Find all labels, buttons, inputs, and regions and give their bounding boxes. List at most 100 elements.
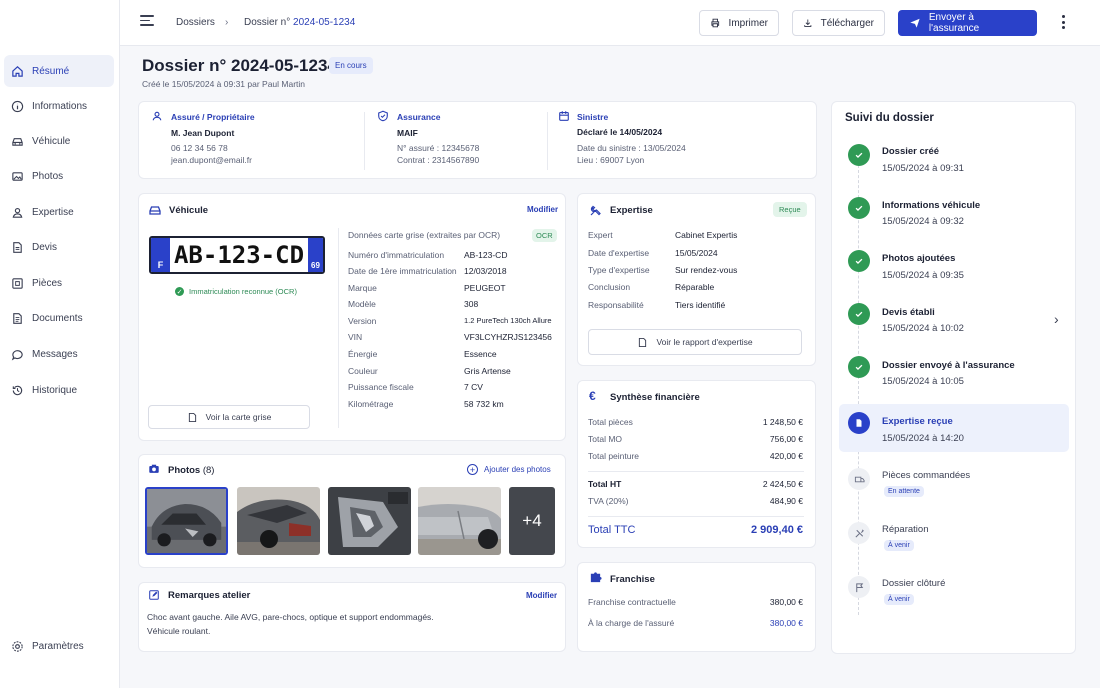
claim-declared: Déclaré le 14/05/2024 (577, 127, 663, 137)
plate-number: AB-123-CD (173, 241, 305, 269)
sidebar-item-label: Documents (32, 312, 83, 324)
photo-thumbnail[interactable] (237, 487, 320, 555)
puzzle-icon (590, 572, 602, 583)
finance-total-ttc: Total TTC 2 909,40 € (588, 524, 803, 536)
sidebar-item-historique[interactable]: Historique (4, 374, 114, 406)
remarks-title: Remarques atelier (168, 590, 251, 601)
document-icon (639, 337, 647, 347)
timeline-line (858, 160, 859, 615)
menu-icon[interactable] (140, 15, 154, 29)
download-button[interactable]: Télécharger (792, 10, 885, 36)
sidebar-item-label: Informations (32, 100, 88, 112)
view-expertise-report-button[interactable]: Voir le rapport d'expertise (588, 329, 802, 355)
finance-tva: TVA (20%) 484,90 € (588, 496, 803, 506)
remarks-edit-link[interactable]: Modifier (526, 591, 557, 600)
photo-thumbnail[interactable] (328, 487, 411, 555)
image-icon (11, 170, 24, 183)
created-info: Créé le 15/05/2024 à 09:31 par Paul Mart… (142, 79, 306, 89)
sidebar-item-vehicule[interactable]: Véhicule (4, 125, 114, 157)
plate-country: F (151, 238, 170, 272)
claim-date: Date du sinistre : 13/05/2024 (577, 143, 686, 153)
euro-icon: € (589, 389, 596, 403)
print-button[interactable]: Imprimer (699, 10, 779, 36)
timeline-current-highlight (839, 404, 1069, 452)
breadcrumb-root[interactable]: Dossiers (176, 17, 215, 28)
sidebar-item-label: Messages (32, 348, 78, 360)
timeline-step-tag: En attente (884, 486, 924, 497)
timeline-step-title: Informations véhicule (882, 200, 981, 211)
more-options-icon[interactable] (1062, 15, 1066, 29)
expertise-field-value: Cabinet Expertis (675, 230, 738, 240)
sidebar-item-documents[interactable]: Documents (4, 302, 114, 334)
calendar-icon (559, 111, 569, 121)
timeline-step-time: 15/05/2024 à 09:32 (882, 216, 964, 227)
vehicle-field-value: PEUGEOT (464, 283, 506, 293)
sidebar-item-informations[interactable]: Informations (4, 90, 114, 122)
sidebar-item-devis[interactable]: Devis (4, 231, 114, 263)
vehicle-field-label: Version (348, 316, 377, 326)
sidebar-item-label: Devis (32, 241, 58, 253)
photo-thumbnail[interactable] (145, 487, 228, 555)
claim-heading: Sinistre (577, 112, 609, 122)
view-grey-card-button[interactable]: Voir la carte grise (148, 405, 310, 429)
finance-title: Synthèse financière (610, 392, 700, 403)
vehicle-field-value: 7 CV (464, 382, 483, 392)
document-icon (11, 241, 24, 254)
vehicle-field-value: Gris Artense (464, 366, 511, 376)
sidebar-item-expertise[interactable]: Expertise (4, 196, 114, 228)
remarks-line: Choc avant gauche. Aile AVG, pare-chocs,… (147, 612, 434, 622)
truck-icon (848, 468, 870, 490)
photos-title: Photos (8) (168, 465, 215, 476)
edit-icon (149, 590, 159, 600)
chevron-right-icon[interactable]: › (1054, 312, 1059, 326)
tools-icon (590, 205, 601, 216)
sidebar-item-messages[interactable]: Messages (4, 338, 114, 370)
franchise-charge-row: À la charge de l'assuré 380,00 € (588, 618, 803, 628)
ocr-badge: OCR (532, 229, 557, 242)
timeline-step-title: Pièces commandées (882, 470, 971, 481)
timeline-step-title: Photos ajoutées (882, 253, 956, 264)
download-icon (804, 19, 812, 27)
timeline-step-title: Dossier clôturé (882, 578, 946, 589)
car-icon (149, 206, 161, 215)
document-icon (188, 412, 196, 422)
expertise-field-label: Expert (588, 230, 613, 240)
send-to-insurance-button[interactable]: Envoyer à l'assurance (898, 10, 1037, 36)
plus-icon: + (467, 464, 478, 475)
expertise-field-label: Conclusion (588, 282, 631, 292)
insurance-policy: N° assuré : 12345678 (397, 143, 480, 153)
timeline-step-title: Expertise reçue (882, 416, 953, 427)
vehicle-edit-link[interactable]: Modifier (527, 205, 558, 214)
expertise-title: Expertise (610, 205, 653, 216)
vehicle-field-value: AB-123-CD (464, 250, 508, 260)
vehicle-field-label: Puissance fiscale (348, 382, 414, 392)
vehicle-field-value: VF3LCYHZRJS123456 (464, 332, 552, 342)
sidebar-item-label: Véhicule (32, 135, 71, 147)
vehicle-field-label: Énergie (348, 349, 378, 359)
remarks-line: Véhicule roulant. (147, 626, 211, 636)
insurance-name: MAIF (397, 128, 418, 138)
sidebar-item-settings[interactable]: Paramètres (4, 630, 114, 662)
check-icon (848, 356, 870, 378)
expertise-field-label: Type d'expertise (588, 265, 650, 275)
finance-row: Total MO 756,00 € (588, 434, 803, 444)
timeline-step-time: 15/05/2024 à 10:05 (882, 376, 964, 387)
timeline-title: Suivi du dossier (845, 112, 934, 124)
timeline-step-time: 15/05/2024 à 09:31 (882, 163, 964, 174)
add-photos-link[interactable]: + Ajouter des photos (467, 464, 551, 475)
sidebar-item-resume[interactable]: Résumé (4, 55, 114, 87)
finance-row: Total pièces 1 248,50 € (588, 417, 803, 427)
sidebar-item-label: Résumé (32, 65, 70, 77)
check-icon (848, 197, 870, 219)
flag-icon (848, 576, 870, 598)
sidebar-item-photos[interactable]: Photos (4, 160, 114, 192)
timeline-step-title: Dossier créé (882, 146, 940, 157)
sidebar-item-pieces[interactable]: Pièces (4, 267, 114, 299)
sidebar-item-label: Paramètres (32, 640, 84, 652)
timeline-step-tag: À venir (884, 540, 914, 551)
photo-thumbnail[interactable] (418, 487, 501, 555)
finance-row: Total peinture 420,00 € (588, 451, 803, 461)
more-photos-tile[interactable]: +4 (509, 487, 555, 555)
sidebar-item-label: Photos (32, 170, 64, 182)
owner-phone: 06 12 34 56 78 (171, 143, 228, 153)
